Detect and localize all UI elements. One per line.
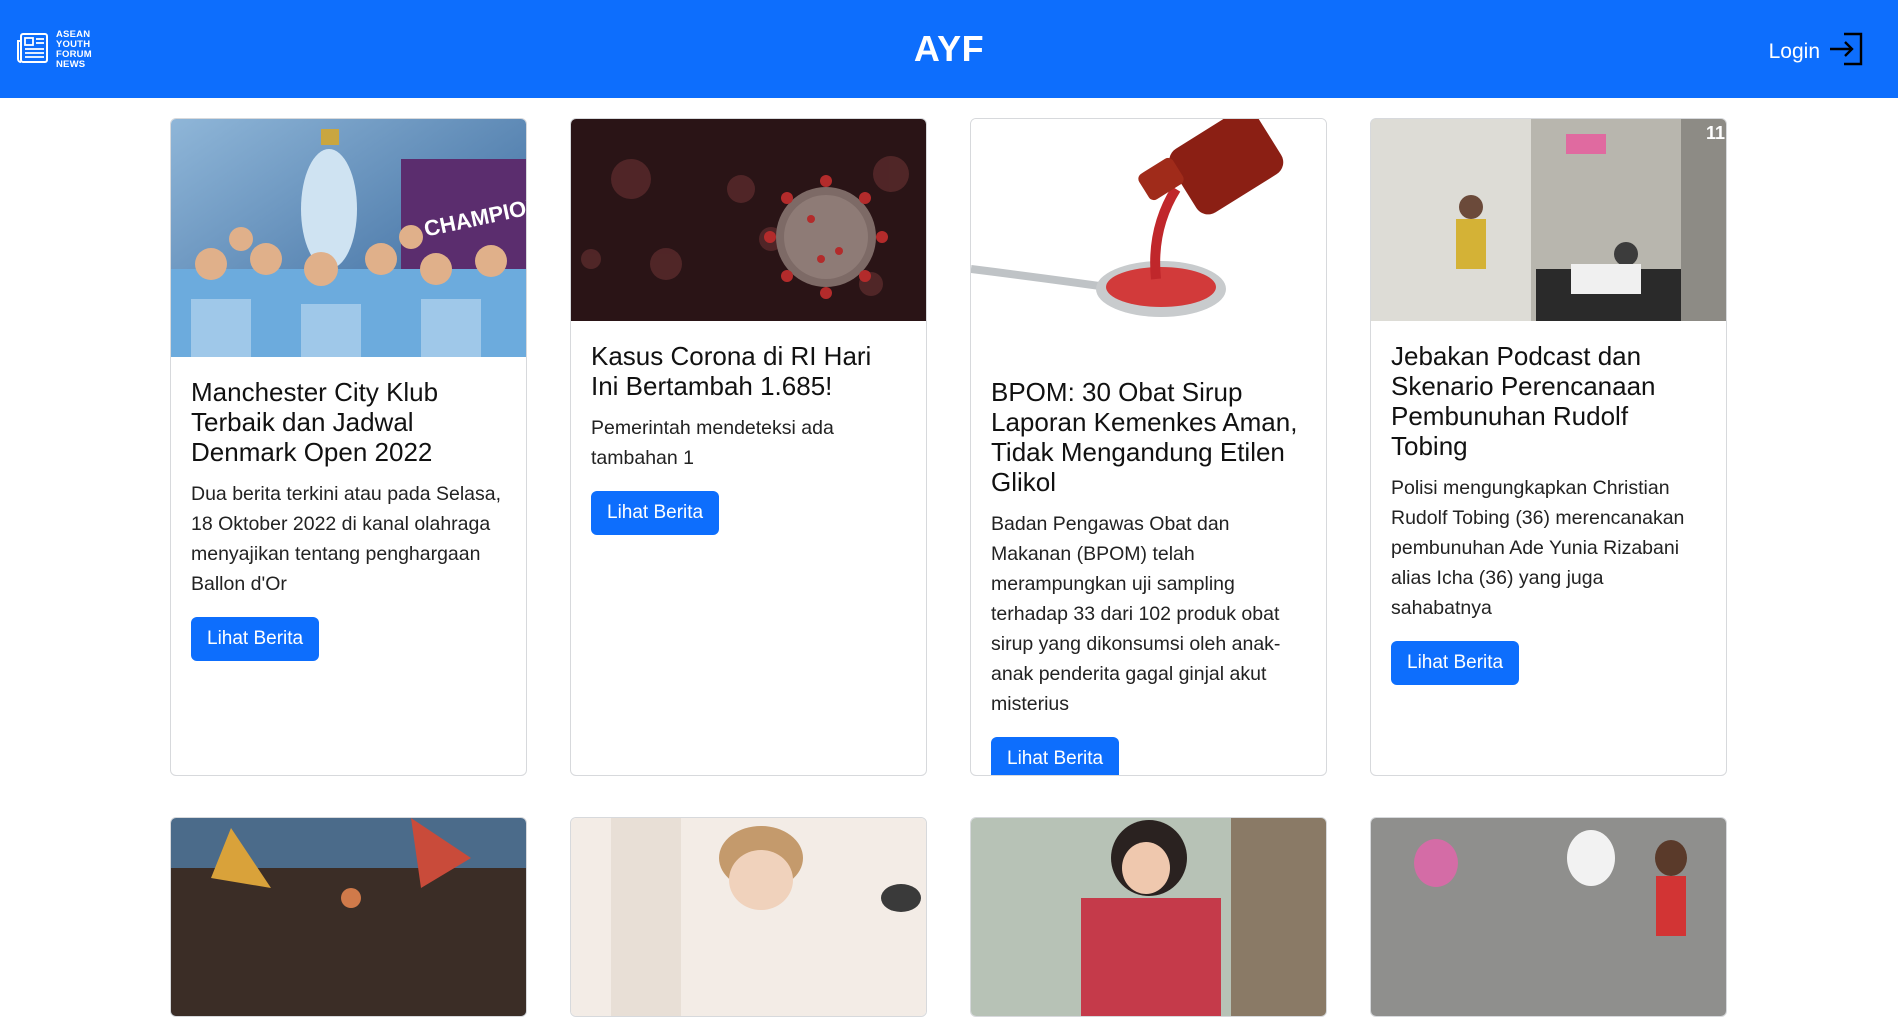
card-body: Kasus Corona di RI Hari Ini Bertambah 1.… xyxy=(571,321,926,535)
card-body: Manchester City Klub Terbaik dan Jadwal … xyxy=(171,357,526,661)
article-title[interactable]: Manchester City Klub Terbaik dan Jadwal … xyxy=(191,377,506,467)
login-icon xyxy=(1828,30,1866,74)
article-title[interactable]: Jebakan Podcast dan Skenario Perencanaan… xyxy=(1391,341,1706,461)
article-image xyxy=(571,119,926,321)
article-summary: Dua berita terkini atau pada Selasa, 18 … xyxy=(191,483,502,595)
article-summary: Pemerintah mendeteksi ada tambahan 1 xyxy=(591,417,834,469)
article-image: 11 xyxy=(1371,119,1726,321)
news-card: 11 Jebakan Podcast dan Skenario Perencan… xyxy=(1370,118,1727,776)
article-image xyxy=(971,818,1326,1016)
view-news-button[interactable]: Lihat Berita xyxy=(1391,641,1520,685)
article-title[interactable]: BPOM: 30 Obat Sirup Laporan Kemenkes Ama… xyxy=(991,377,1306,497)
news-card xyxy=(570,817,927,1017)
article-title[interactable]: Kasus Corona di RI Hari Ini Bertambah 1.… xyxy=(591,341,906,401)
news-card: Kasus Corona di RI Hari Ini Bertambah 1.… xyxy=(570,118,927,776)
brand-title[interactable]: AYF xyxy=(0,28,1898,70)
news-card: BPOM: 30 Obat Sirup Laporan Kemenkes Ama… xyxy=(970,118,1327,776)
top-navbar: ASEAN YOUTH FORUM NEWS AYF Login xyxy=(0,0,1898,98)
news-card: CHAMPIONS 2021/22 Manchester City Klub T… xyxy=(170,118,527,776)
article-image xyxy=(571,818,926,1016)
article-image xyxy=(1371,818,1726,1016)
login-button[interactable]: Login xyxy=(1769,30,1866,74)
news-card xyxy=(1370,817,1727,1017)
view-news-button[interactable]: Lihat Berita xyxy=(191,617,320,661)
article-image: CHAMPIONS 2021/22 xyxy=(171,119,526,357)
view-news-button[interactable]: Lihat Berita xyxy=(991,737,1120,775)
cctv-number: 11 xyxy=(1706,123,1725,143)
card-body: BPOM: 30 Obat Sirup Laporan Kemenkes Ama… xyxy=(971,357,1326,775)
news-card xyxy=(170,817,527,1017)
article-summary: Badan Pengawas Obat dan Makanan (BPOM) t… xyxy=(991,513,1281,715)
article-image xyxy=(171,818,526,1016)
article-image xyxy=(971,119,1326,357)
login-label: Login xyxy=(1768,40,1820,63)
article-summary: Polisi mengungkapkan Christian Rudolf To… xyxy=(1391,477,1685,619)
card-body: Jebakan Podcast dan Skenario Perencanaan… xyxy=(1371,321,1726,685)
view-news-button[interactable]: Lihat Berita xyxy=(591,491,720,535)
news-card xyxy=(970,817,1327,1017)
